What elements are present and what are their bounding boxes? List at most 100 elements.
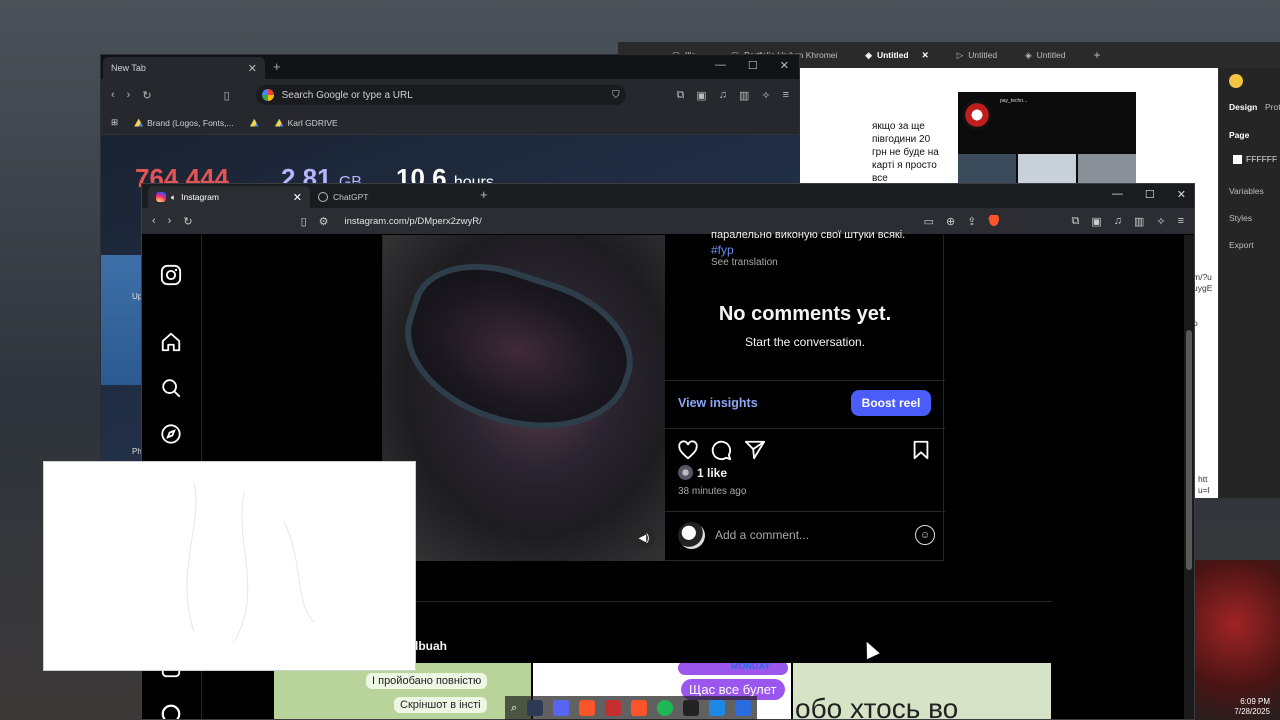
leo-ai-icon[interactable]: ✧: [1156, 215, 1165, 228]
site-info-icon[interactable]: ⚙: [319, 215, 329, 228]
emoji-icon[interactable]: ☺: [915, 525, 935, 545]
export-link[interactable]: Export: [1229, 240, 1254, 250]
search-icon[interactable]: [160, 377, 182, 399]
profile-logo: [962, 100, 992, 130]
save-bookmark-icon[interactable]: [910, 439, 932, 461]
scrollbar[interactable]: [1184, 235, 1194, 719]
extensions-icon[interactable]: ⧉: [676, 89, 684, 102]
page-color-field[interactable]: FFFFFF: [1233, 154, 1277, 165]
bookmark-icon[interactable]: ▯: [301, 215, 307, 228]
music-icon[interactable]: ♫: [719, 89, 727, 101]
omnibox[interactable]: Search Google or type a URL ⛉: [255, 85, 626, 105]
back-icon[interactable]: ‹: [111, 89, 115, 101]
tab-chatgpt[interactable]: ChatGPT: [310, 186, 472, 208]
bg-tabstrip: New Tab ✕ + — ☐ ✕: [101, 55, 799, 79]
design-tab[interactable]: Design: [1229, 102, 1257, 112]
wallet-icon[interactable]: ▣: [696, 89, 706, 102]
likes-count[interactable]: 1 like: [678, 465, 727, 480]
close-icon[interactable]: ✕: [248, 62, 257, 75]
app-icon[interactable]: [735, 700, 752, 716]
spotify-app-icon[interactable]: [657, 700, 674, 716]
explore-icon[interactable]: [160, 423, 182, 445]
sidebar-icon[interactable]: ▥: [1134, 215, 1144, 228]
maximize-icon[interactable]: ☐: [748, 59, 758, 72]
design-tab-3[interactable]: ◈ Untitled ✕: [851, 42, 942, 68]
variables-link[interactable]: Variables: [1229, 186, 1264, 196]
prototype-tab[interactable]: Prot: [1265, 102, 1280, 112]
window-controls: — ☐ ✕: [1112, 188, 1186, 201]
system-clock[interactable]: 6:09 PM 7/28/2025: [1234, 697, 1270, 717]
close-icon[interactable]: ✕: [293, 191, 302, 204]
avatar-icon[interactable]: [1229, 74, 1243, 88]
bg-tab-new-tab[interactable]: New Tab ✕: [103, 57, 265, 79]
bookmark-drive[interactable]: [249, 118, 259, 127]
post-video[interactable]: ◀︎): [383, 235, 665, 561]
menu-icon[interactable]: ≡: [783, 89, 789, 101]
bookmark-karl-gdrive[interactable]: Karl GDRIVE: [274, 118, 338, 128]
boost-reel-button[interactable]: Boost reel: [851, 390, 931, 416]
apps-grid-icon[interactable]: ⊞: [111, 117, 118, 128]
figma-app-icon[interactable]: [683, 700, 700, 716]
brave-nightly-app-icon[interactable]: [605, 700, 622, 716]
cast-icon[interactable]: ▭: [924, 215, 934, 228]
search-icon[interactable]: ⌕: [511, 702, 517, 715]
reload-icon[interactable]: ↻: [183, 215, 192, 228]
scrollbar-thumb[interactable]: [1186, 330, 1192, 570]
bookmark-brand[interactable]: Brand (Logos, Fonts,...: [134, 118, 234, 128]
taskbar: ⌕: [505, 696, 758, 720]
instagram-logo-icon[interactable]: [160, 264, 182, 286]
minimize-icon[interactable]: —: [1112, 188, 1123, 201]
wallet-icon[interactable]: ▣: [1091, 215, 1101, 228]
tab-instagram[interactable]: 🔈︎ Instagram ✕: [148, 186, 310, 208]
minimize-icon[interactable]: —: [715, 59, 726, 72]
brave-shield-icon[interactable]: [988, 214, 1000, 227]
audio-icon[interactable]: 🔈︎: [171, 192, 176, 203]
new-tab-button[interactable]: +: [273, 59, 281, 74]
discord-app-icon[interactable]: [553, 700, 570, 716]
view-insights-link[interactable]: View insights: [678, 396, 758, 410]
post-timestamp: 38 minutes ago: [678, 486, 747, 497]
music-icon[interactable]: ♫: [1114, 215, 1122, 228]
leo-ai-icon[interactable]: ✧: [761, 89, 770, 102]
caption-text: паралельно виконую свої штуки всякі.: [711, 229, 906, 241]
more-posts-from-label[interactable]: lbuah: [415, 639, 447, 653]
share-icon[interactable]: ⇪: [967, 215, 976, 228]
grid-post[interactable]: обо хтось во: [793, 663, 1051, 720]
menu-icon[interactable]: ≡: [1178, 215, 1184, 228]
hashtag-link[interactable]: #fyp: [711, 243, 734, 257]
back-icon[interactable]: ‹: [152, 215, 156, 227]
brave-beta-app-icon[interactable]: [631, 700, 648, 716]
grid-big-text: обо хтось во: [795, 693, 959, 720]
threads-icon[interactable]: [160, 703, 182, 720]
new-tab-button[interactable]: +: [1079, 42, 1114, 68]
forward-icon[interactable]: ›: [127, 89, 131, 101]
forward-icon[interactable]: ›: [168, 215, 172, 227]
maximize-icon[interactable]: ☐: [1145, 188, 1155, 201]
address-bar[interactable]: instagram.com/p/DMperx2zwyR/: [345, 216, 482, 227]
app-icon[interactable]: [709, 700, 726, 716]
close-window-icon[interactable]: ✕: [780, 59, 789, 72]
brave-app-icon[interactable]: [579, 700, 596, 716]
sidebar-icon[interactable]: ▥: [739, 89, 749, 102]
comment-icon[interactable]: [710, 439, 732, 461]
volume-icon[interactable]: ◀︎): [633, 527, 655, 549]
design-tab-5[interactable]: ◈ Untitled: [1011, 42, 1079, 68]
add-comment-input[interactable]: Add a comment...: [715, 528, 809, 542]
google-drive-icon: [134, 118, 144, 127]
see-translation-link[interactable]: See translation: [711, 257, 778, 268]
extensions-icon[interactable]: ⧉: [1071, 215, 1079, 228]
bookmark-icon[interactable]: ▯: [224, 89, 230, 102]
close-icon[interactable]: ✕: [922, 50, 929, 61]
styles-link[interactable]: Styles: [1229, 213, 1252, 223]
like-heart-icon[interactable]: [677, 439, 699, 461]
faint-sketch: [186, 481, 315, 643]
brave-shield-icon[interactable]: ⛉: [612, 90, 620, 101]
new-tab-button[interactable]: +: [480, 187, 488, 202]
share-icon[interactable]: [744, 439, 766, 461]
close-window-icon[interactable]: ✕: [1177, 188, 1186, 201]
zoom-icon[interactable]: ⊕: [946, 215, 955, 228]
reload-icon[interactable]: ↻: [142, 89, 151, 102]
terminal-app-icon[interactable]: [527, 700, 544, 716]
design-tab-4[interactable]: ▷ Untitled: [943, 42, 1011, 68]
home-icon[interactable]: [160, 331, 182, 353]
